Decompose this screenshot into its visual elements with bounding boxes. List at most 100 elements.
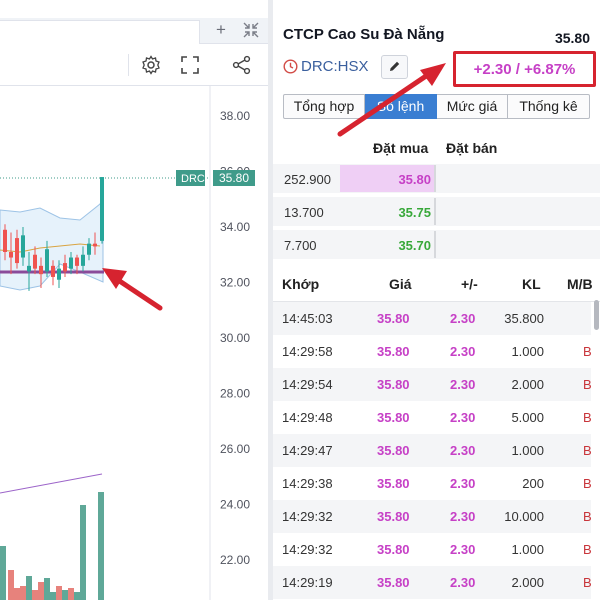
quote-tabs: Tổng hợp Sổ lệnh Mức giá Thống kê	[283, 94, 590, 119]
bid-cell: 35.70	[340, 231, 436, 258]
trade-side: B	[583, 344, 592, 359]
volume-bar	[98, 492, 104, 600]
col-volume: KL	[522, 276, 541, 292]
trade-volume: 35.800	[504, 311, 544, 326]
ticker-tag: DRC	[181, 173, 205, 185]
trade-price: 35.80	[377, 344, 410, 359]
trade-price: 35.80	[377, 509, 410, 524]
tab-muc-gia[interactable]: Mức giá	[437, 94, 508, 119]
trade-price: 35.80	[377, 311, 410, 326]
y-axis-label: 28.00	[220, 387, 250, 401]
candle-body	[27, 265, 31, 272]
candle-body	[33, 254, 37, 269]
chart-panel[interactable]: + 38.0036.0034.0032.0030.0028.0026.0024.…	[0, 0, 268, 600]
chart-tab[interactable]	[0, 20, 200, 44]
trade-side: B	[583, 443, 592, 458]
gear-icon[interactable]	[141, 55, 161, 75]
candle-body	[81, 254, 85, 266]
trade-price: 35.80	[377, 476, 410, 491]
trade-time: 14:29:32	[282, 509, 333, 524]
price-change-highlight: +2.30 / +6.87%	[453, 51, 596, 87]
candle-body	[100, 177, 104, 241]
trade-price: 35.80	[377, 443, 410, 458]
trade-change: 2.30	[450, 344, 476, 359]
volume-bar	[44, 578, 50, 600]
candle-body	[9, 251, 13, 258]
volume-bar	[32, 590, 38, 600]
trade-time: 14:29:47	[282, 443, 333, 458]
candle-body	[87, 243, 91, 255]
trade-side: B	[583, 410, 592, 425]
col-price: Giá	[389, 276, 412, 292]
company-name: CTCP Cao Su Đà Nẵng	[283, 26, 445, 43]
trade-time: 14:29:48	[282, 410, 333, 425]
clock-icon	[283, 59, 298, 74]
scrollbar[interactable]	[594, 300, 599, 330]
share-icon[interactable]	[232, 55, 252, 75]
trade-change: 2.30	[450, 476, 476, 491]
volume-bar	[20, 586, 26, 600]
chart-toolbar	[0, 44, 268, 86]
trade-change: 2.30	[450, 575, 476, 590]
edit-button[interactable]	[381, 55, 408, 79]
trade-row[interactable]: 14:29:54 35.80 2.30 2.000 B	[273, 368, 592, 401]
trade-row[interactable]: 14:29:19 35.80 2.30 2.000 B	[273, 566, 592, 599]
trade-change: 2.30	[450, 377, 476, 392]
tab-so-lenh[interactable]: Sổ lệnh	[365, 94, 437, 119]
trade-change: 2.30	[450, 443, 476, 458]
fullscreen-icon[interactable]	[180, 55, 200, 75]
tab-thong-ke[interactable]: Thống kê	[508, 94, 590, 119]
col-time: Khớp	[282, 276, 320, 292]
trade-time: 14:29:58	[282, 344, 333, 359]
plus-icon[interactable]: +	[211, 20, 231, 40]
order-book-row: 252.900 35.80	[273, 164, 600, 195]
trade-volume: 1.000	[511, 344, 544, 359]
candle-body	[51, 265, 55, 277]
y-axis-label: 26.00	[220, 442, 250, 456]
trade-row[interactable]: 14:29:48 35.80 2.30 5.000 B	[273, 401, 592, 434]
bid-edge	[434, 231, 436, 258]
y-axis-label: 34.00	[220, 220, 250, 234]
tab-tong-hop[interactable]: Tổng hợp	[283, 94, 365, 119]
bid-cell: 35.80	[340, 165, 436, 192]
trade-side: B	[583, 377, 592, 392]
collapse-icon[interactable]	[241, 21, 261, 41]
trade-time: 14:29:54	[282, 377, 333, 392]
order-book-row: 13.700 35.75	[273, 197, 600, 228]
price-tag: 35.80	[219, 171, 249, 185]
trade-row[interactable]: 14:29:32 35.80 2.30 1.000 B	[273, 533, 592, 566]
trade-row[interactable]: 14:29:47 35.80 2.30 1.000 B	[273, 434, 592, 467]
trade-row[interactable]: 14:29:58 35.80 2.30 1.000 B	[273, 335, 592, 368]
candle-body	[63, 263, 67, 272]
trade-row[interactable]: 14:29:32 35.80 2.30 10.000 B	[273, 500, 592, 533]
price-chart[interactable]: 38.0036.0034.0032.0030.0028.0026.0024.00…	[0, 86, 268, 600]
order-book-header: Đặt mua Đặt bán	[273, 140, 600, 160]
bid-volume: 7.700	[284, 238, 317, 253]
trade-volume: 200	[522, 476, 544, 491]
trade-volume: 10.000	[504, 509, 544, 524]
trade-side: B	[583, 476, 592, 491]
y-axis-label: 38.00	[220, 109, 250, 123]
trade-row[interactable]: 14:45:03 35.80 2.30 35.800	[273, 302, 591, 335]
ticker-symbol[interactable]: DRC:HSX	[301, 58, 369, 75]
volume-bar	[56, 586, 62, 600]
candle-body	[45, 249, 49, 272]
candle-body	[93, 243, 97, 247]
y-axis-label: 32.00	[220, 276, 250, 290]
candle-body	[39, 265, 43, 275]
bid-price: 35.75	[398, 205, 431, 220]
quote-panel: CTCP Cao Su Đà Nẵng 35.80 DRC:HSX +2.30 …	[273, 0, 600, 600]
y-axis-label: 22.00	[220, 553, 250, 567]
volume-bar	[8, 570, 14, 600]
y-axis-label: 30.00	[220, 331, 250, 345]
bid-volume: 13.700	[284, 205, 324, 220]
order-book-row: 7.700 35.70	[273, 230, 600, 261]
trade-volume: 5.000	[511, 410, 544, 425]
trade-time: 14:29:38	[282, 476, 333, 491]
volume-bar	[80, 505, 86, 600]
trade-row[interactable]: 14:29:38 35.80 2.30 200 B	[273, 467, 592, 500]
trade-change: 2.30	[450, 542, 476, 557]
volume-bar	[14, 588, 20, 600]
trade-time: 14:29:32	[282, 542, 333, 557]
candle-body	[75, 257, 79, 266]
